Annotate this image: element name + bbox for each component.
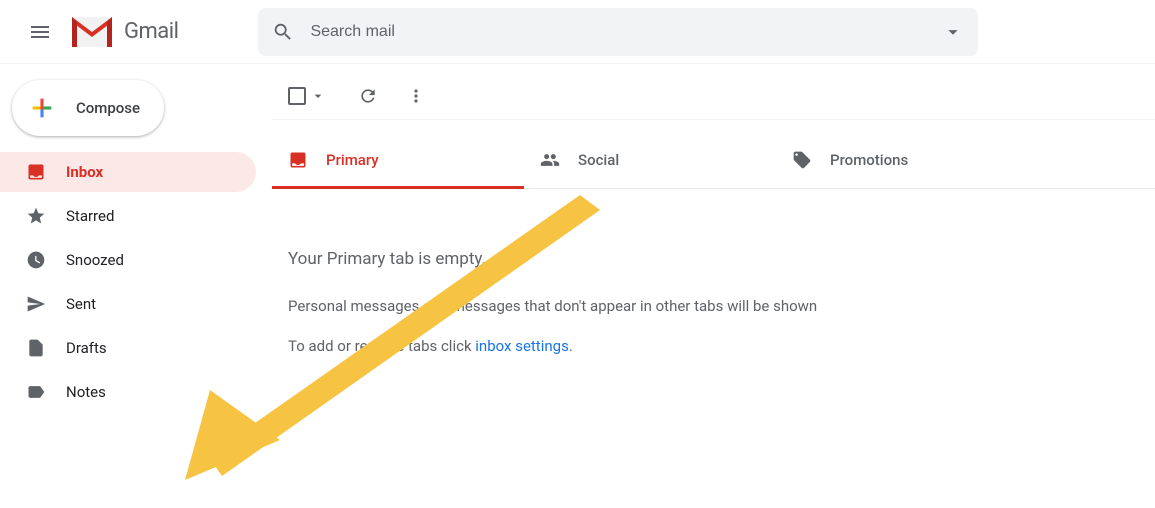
empty-line2: To add or remove tabs click inbox settin… [288,337,1139,355]
gmail-logo[interactable]: Gmail [72,17,178,47]
tab-label: Social [578,151,619,169]
main-menu-button[interactable] [16,8,64,56]
header: Gmail [0,0,1155,64]
inbox-icon [26,162,46,182]
empty-state: Your Primary tab is empty. Personal mess… [272,189,1155,355]
search-icon [272,21,294,43]
empty-line2-prefix: To add or remove tabs click [288,337,475,355]
sidebar-label: Notes [66,383,106,401]
more-button[interactable] [406,86,426,106]
search-input[interactable] [310,23,942,41]
tab-label: Primary [326,151,379,169]
sidebar-item-snoozed[interactable]: Snoozed [0,240,256,280]
sidebar-item-inbox[interactable]: Inbox [0,152,256,192]
caret-down-icon [310,88,326,104]
app-name: Gmail [124,19,178,44]
compose-label: Compose [76,99,140,117]
sidebar-label: Drafts [66,339,107,357]
tab-primary[interactable]: Primary [272,132,524,188]
search-options-icon[interactable] [942,21,964,43]
file-icon [26,338,46,358]
star-icon [26,206,46,226]
refresh-button[interactable] [358,86,378,106]
send-icon [26,294,46,314]
sidebar-item-drafts[interactable]: Drafts [0,328,256,368]
search-bar[interactable] [258,8,978,56]
sidebar-label: Starred [66,207,114,225]
select-all-checkbox[interactable] [284,87,330,105]
plus-icon [28,94,56,122]
gmail-m-icon [72,17,112,47]
sidebar-label: Snoozed [66,251,124,269]
main-content: Primary Social Promotions Your Primary t… [256,64,1155,508]
sidebar: Compose Inbox Starred Snoozed Sent Draft… [0,64,256,508]
tag-icon [792,150,812,170]
empty-line1: Personal messages and messages that don'… [288,297,1139,315]
clock-icon [26,250,46,270]
toolbar [272,72,1155,120]
sidebar-item-starred[interactable]: Starred [0,196,256,236]
sidebar-item-sent[interactable]: Sent [0,284,256,324]
category-tabs: Primary Social Promotions [272,132,1155,189]
empty-title: Your Primary tab is empty. [288,249,1139,269]
checkbox-icon [288,87,306,105]
tab-label: Promotions [830,151,908,169]
hamburger-icon [28,20,52,44]
label-icon [26,382,46,402]
compose-button[interactable]: Compose [12,80,164,136]
inbox-icon [288,150,308,170]
sidebar-label: Inbox [66,163,103,181]
tab-social[interactable]: Social [524,132,776,188]
tab-promotions[interactable]: Promotions [776,132,1028,188]
empty-line2-suffix: . [569,337,573,355]
sidebar-label: Sent [66,295,96,313]
inbox-settings-link[interactable]: inbox settings [475,337,569,355]
sidebar-item-notes[interactable]: Notes [0,372,256,412]
people-icon [540,150,560,170]
